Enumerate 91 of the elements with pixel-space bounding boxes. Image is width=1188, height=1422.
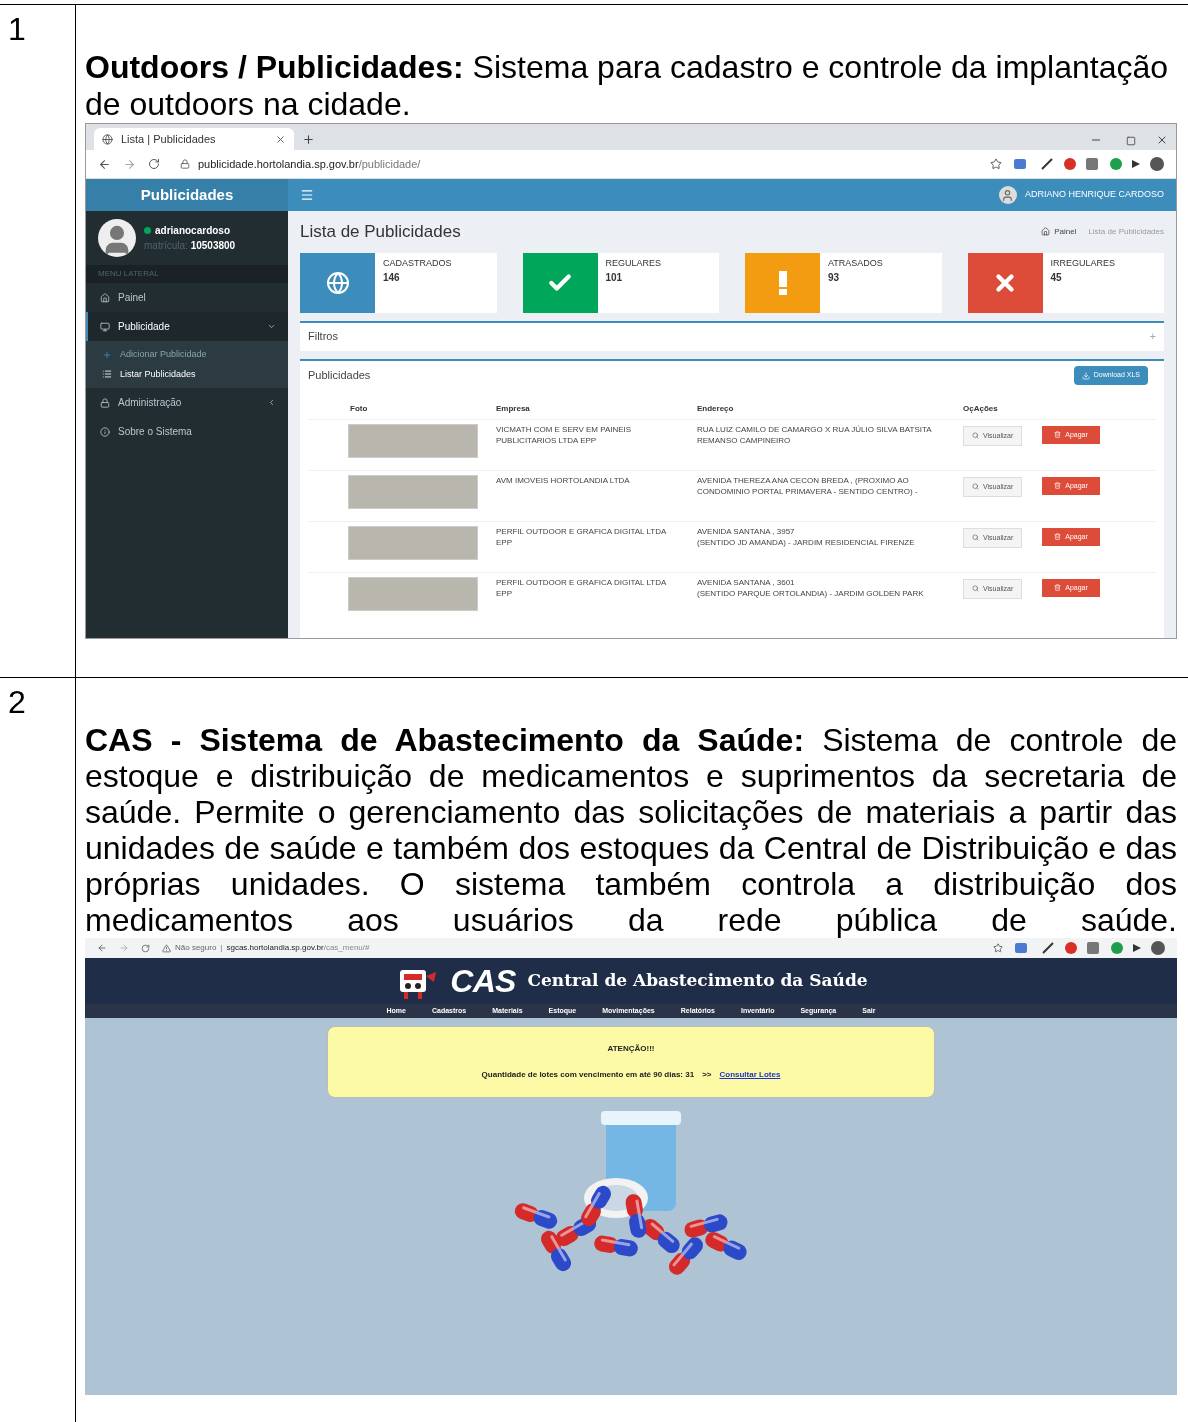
panel-title: Publicidades (308, 368, 372, 384)
company-cell-text: PERFIL OUTDOOR E GRAFICA DIGITAL LTDA EPP (496, 576, 667, 600)
info-icon (100, 426, 110, 437)
stat-label: CADASTRADOS (383, 256, 452, 270)
monitor-icon (100, 321, 110, 332)
list-icon (102, 369, 112, 380)
download-icon (1081, 371, 1090, 380)
address-bar[interactable]: publicidade.hortolandia.sp.gov.br/publicidade/ (172, 155, 978, 173)
reload-icon[interactable] (148, 158, 160, 170)
lock-icon (180, 159, 190, 169)
reload-icon[interactable] (141, 943, 150, 953)
address-cell-text: AVENIDA SANTANA , 3601 (697, 576, 796, 588)
trash-icon (1054, 533, 1062, 541)
logo-subtitle: Central de Abastecimento da Saúde (527, 969, 868, 993)
menu-header: MENU LATERAL (86, 265, 288, 283)
maximize-icon[interactable] (1126, 136, 1136, 146)
star-icon[interactable] (993, 943, 1003, 953)
close-icon[interactable] (275, 133, 286, 145)
lock-icon (100, 397, 110, 408)
back-icon[interactable] (97, 943, 107, 953)
sidebar-item[interactable]: Publicidade (86, 312, 288, 341)
breadcrumb-link[interactable]: Painel (1054, 225, 1077, 238)
username: adrianocardoso (155, 224, 231, 238)
brand-title: Publicidades (140, 184, 234, 205)
description-text: CAS - Sistema de Abastecimento da Saúde: Sistema de controle de estoque e distribuição de medicamentos e suprimentos da secretaria de saúde. Permite o gerenciamento das solicitações de materiais a partir das unidades de saúde e também dos estoques da Central de Distribuição e das próprias unidades. O sistema também controla a distribuição dos medicamentos aos usuários da rede pública de saúde. (85, 722, 1177, 938)
alert-title: ATENÇÃO!!! (607, 1043, 655, 1055)
logo-text: CAS (450, 962, 516, 1001)
address-cell-text: AVENIDA SANTANA , 3957 (697, 525, 796, 537)
alert-message: Quantidade de lotes com vencimento em até 90 dias: 31 (481, 1069, 695, 1081)
trash-icon (1054, 431, 1062, 439)
user-avatar (998, 186, 1017, 204)
page-title: Lista de Publicidades (300, 221, 462, 243)
separator-text: | (220, 942, 223, 954)
submenu-item[interactable]: Listar Publicidades (86, 364, 288, 384)
stat-value: 101 (605, 271, 624, 285)
breadcrumb-current: Lista de Publicidades (1088, 225, 1164, 238)
home-icon (1041, 227, 1051, 237)
submenu-item[interactable]: Adicionar Publicidade (86, 345, 288, 365)
registration-text: matrícula: 10503800 (144, 239, 236, 253)
search-icon (972, 534, 979, 542)
address-cell-text: (SENTIDO JD AMANDA) - JARDIM RESIDENCIAL FIRENZE (697, 536, 916, 548)
stat-value: 93 (828, 271, 841, 285)
star-icon[interactable] (990, 158, 1002, 170)
column-header: Foto (349, 402, 369, 415)
globe-icon (102, 133, 113, 145)
search-icon (972, 432, 979, 440)
browser-tab[interactable]: Lista | Publicidades (94, 128, 294, 150)
plus-icon (102, 349, 112, 360)
trash-icon (1054, 482, 1062, 490)
forward-icon[interactable] (123, 157, 136, 171)
new-tab-icon[interactable] (302, 133, 315, 146)
url-text: sgcas.hortolandia.sp.gov.br/cas_menu/# (226, 942, 370, 954)
column-header: Empresa (496, 402, 531, 415)
company-cell-text: PERFIL OUTDOOR E GRAFICA DIGITAL LTDA EPP (496, 525, 667, 549)
row-number: 2 (8, 684, 26, 720)
column-header: Endereço (697, 402, 735, 415)
menu-icon[interactable] (300, 188, 314, 202)
extension-icons-drawing[interactable] (1014, 157, 1164, 171)
address-cell-text: REMANSO CAMPINEIRO (697, 434, 792, 446)
tab-title: Lista | Publicidades (121, 131, 217, 147)
company-cell-text: VICMATH COM E SERV EM PAINEIS PUBLICITARIOS LTDA EPP (496, 423, 633, 447)
stat-value: 45 (1050, 271, 1063, 285)
search-icon (972, 585, 979, 593)
globe-icon (325, 270, 350, 295)
address-cell-text: RUA LUIZ CAMILO DE CAMARGO X RUA JÚLIO SILVA BATSITA (697, 423, 933, 435)
row-number: 1 (8, 11, 26, 47)
stat-label: REGULARES (605, 256, 662, 270)
column-header: OçAções (963, 402, 998, 415)
warning-icon (162, 943, 171, 953)
description-text: Outdoors / Publicidades: Sistema para cadastro e controle da implantação de outdoors na cidade. (85, 49, 1170, 123)
search-icon (972, 483, 979, 491)
back-icon[interactable] (98, 157, 111, 171)
home-icon (100, 292, 110, 303)
address-cell-text: (SENTIDO PARQUE ORTOLANDIA) - JARDIM GOLDEN PARK (697, 587, 925, 599)
link-prefix: >> (702, 1069, 712, 1081)
extension-icons-drawing[interactable] (1015, 941, 1165, 955)
panel-title: Filtros (308, 329, 339, 345)
security-label: Não seguro (175, 942, 217, 954)
filter-panel[interactable]: Filtros + (300, 320, 1164, 351)
exclamation-icon (778, 270, 787, 295)
user-name[interactable]: ADRIANO HENRIQUE CARDOSO (1024, 188, 1164, 202)
stat-value: 146 (383, 271, 401, 285)
avatar (98, 219, 136, 257)
trash-icon (1054, 584, 1062, 592)
url-text: publicidade.hortolandia.sp.gov.br/publicidade/ (198, 156, 421, 172)
address-cell-text: AVENIDA THEREZA ANA CECON BREDA , (PROXIMO AO CONDOMINIO PORTAL PRIMAVERA - SENTIDO CENTRO) - (697, 474, 919, 497)
stat-label: IRREGULARES (1050, 256, 1116, 270)
company-cell-text: AVM IMOVEIS HORTOLANDIA LTDA (496, 474, 631, 487)
close-icon[interactable] (1156, 134, 1168, 146)
consult-link[interactable]: Consultar Lotes (719, 1069, 781, 1081)
stat-label: ATRASADOS (828, 256, 883, 270)
